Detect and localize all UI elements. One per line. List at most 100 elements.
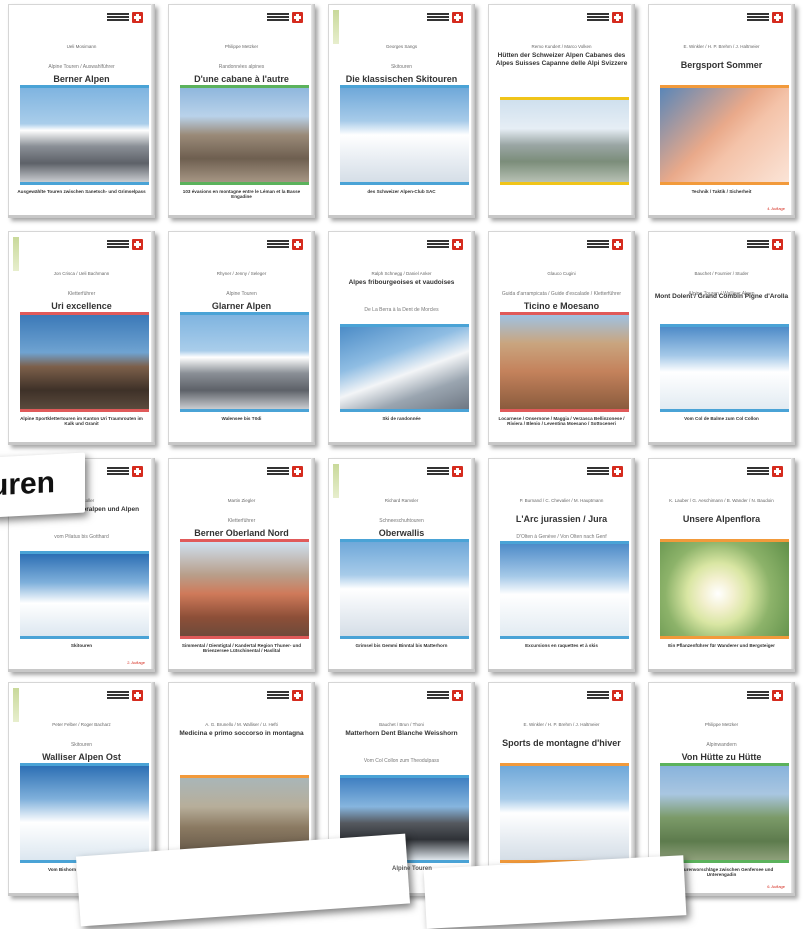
book-edge [488,669,635,672]
swiss-cross-icon [452,12,463,23]
book-cover[interactable]: Georges Sangs Skitouren Die klassischen Sk… [328,4,475,218]
accent-bar-bottom [660,409,789,412]
book-cover[interactable]: Remo Kundert / Marco Volken Hütten der Sc… [488,4,635,218]
cover-photo [500,100,629,182]
book-edge [328,669,475,672]
book-title: Walliser Alpen Ost [42,752,121,762]
book-title: Medicina e primo soccorso in montagna [179,730,304,737]
book-cover[interactable]: E. Winkler / H. P. Brehm / J. Haltmeier B… [648,4,795,218]
book-cover[interactable]: Richard Ramsler Schneeschuhtouren Oberwall… [328,458,475,672]
book-cover[interactable]: K. Lauber / G. Aeschimann / B. Wander / … [648,458,795,672]
book-authors: A. G. Brunello / M. Walliser / U. Hefti [205,722,278,727]
book-spine [471,231,475,445]
book-cover[interactable]: Martin Ziegler Kletterführer Berner Oberla… [168,458,315,672]
book-subtitle: Randonnées alpines [218,64,265,70]
sac-logo [267,466,303,477]
book-subtitle: Kletterführer [227,518,256,524]
cover-photo [660,766,789,860]
book-region: D'Olten à Genève / Von Olten nach Genf [516,534,607,540]
book-cover[interactable]: Philippe Metzker Randonnées alpines D'une … [168,4,315,218]
sac-logo [587,12,623,23]
book-edge [648,669,795,672]
swiss-cross-icon [772,12,783,23]
book-caption: Ausgewählte Touren zwischen Sanetsch- un… [17,189,146,194]
book-spine [311,231,315,445]
cover-stripe [333,464,339,498]
swiss-cross-icon [612,690,623,701]
book-cover[interactable]: Bauchet / Fournier / Studer Alpine Touren… [648,231,795,445]
book-title: D'une cabane à l'autre [194,74,289,84]
book-cover[interactable]: P. Burnand / C. Chevalier / M. Hauptmann… [488,458,635,672]
edition-note: 2. Auflage [127,660,145,665]
book-authors: K. Lauber / G. Aeschimann / B. Wander / … [669,498,774,503]
book-subtitle: Alpine Touren / Auswahlführer [48,64,115,70]
edition-note: 4. Auflage [767,206,785,211]
sac-logo [747,466,783,477]
accent-bar-bottom [20,182,149,185]
book-spine [791,4,795,218]
sac-logo [267,690,303,701]
sac-logo [747,12,783,23]
swiss-cross-icon [452,239,463,250]
book-region: vom Pilatus bis Gotthard [54,534,109,540]
sac-logo [107,239,143,250]
cover-stripe [13,237,19,271]
book-authors: Richard Ramsler [384,498,419,503]
cover-photo [340,327,469,409]
cover-stripe [333,10,339,44]
accent-bar-bottom [20,409,149,412]
callout-left: uren [0,452,85,518]
callout-bottom-right [423,855,687,929]
swiss-cross-icon [132,690,143,701]
book-edge [8,442,155,445]
book-edge [168,442,315,445]
book-cover[interactable]: Ueli Mosimann Alpine Touren / Auswahlführ… [8,4,155,218]
book-cover[interactable]: Glauco Cugini Guida d'arrampicata / Guide… [488,231,635,445]
book-edge [168,669,315,672]
swiss-cross-icon [452,466,463,477]
sac-logo [107,690,143,701]
accent-bar-bottom [180,409,309,412]
cover-photo [20,315,149,409]
book-authors: E. Winkler / H. P. Brehm / J. Haltmeier [523,722,600,727]
accent-bar-bottom [500,636,629,639]
book-spine [791,231,795,445]
book-cover[interactable]: Ralph Schnegg / Daniel Anker Alpes fribou… [328,231,475,445]
sac-logo [587,239,623,250]
book-authors: Bauchet / Brun / Thoni [379,722,424,727]
accent-bar-bottom [340,409,469,412]
book-title: Berner Alpen [53,74,110,84]
book-cover[interactable]: Rhyner / Jenny / Seleger Alpine Touren Gla… [168,231,315,445]
book-spine [311,458,315,672]
accent-bar-bottom [340,182,469,185]
cover-stripe [13,688,19,722]
sac-logo [587,690,623,701]
book-edge [488,442,635,445]
sac-logo [747,690,783,701]
book-authors: Martin Ziegler [227,498,256,503]
cover-photo [180,88,309,182]
book-caption: Walensee bis Tödi [221,416,262,421]
book-title: Die klassischen Skitouren [345,74,458,84]
book-title: Alpes fribourgeoises et vaudoises [348,279,455,286]
book-caption: 103 évasions en montagne entre le Léman … [182,189,301,200]
sac-logo [747,239,783,250]
book-spine [151,231,155,445]
book-authors: P. Burnand / C. Chevalier / M. Hauptmann [519,498,604,503]
book-title: Von Hütte zu Hütte [681,752,762,762]
book-cover[interactable]: Jon Crisca / Ueli Bachmann Kletterführer U… [8,231,155,445]
book-subtitle: Skitouren [390,64,413,70]
sac-logo [267,12,303,23]
swiss-cross-icon [772,466,783,477]
book-caption: Excursions en raquettes et à skis [525,643,598,648]
book-title: Glarner Alpen [211,301,272,311]
book-title: Uri excellence [51,301,112,311]
book-caption: Ein Pflanzenführer für Wanderer und Berg… [668,643,775,648]
book-caption: des Schweizer Alpen-Club SAC [367,189,436,194]
book-edge [488,215,635,218]
cover-photo [340,88,469,182]
book-title: L'Arc jurassien / Jura [515,514,608,524]
book-title: Berner Oberland Nord [194,528,289,538]
cover-photo [180,542,309,636]
book-subtitle: Skitouren [70,742,93,748]
